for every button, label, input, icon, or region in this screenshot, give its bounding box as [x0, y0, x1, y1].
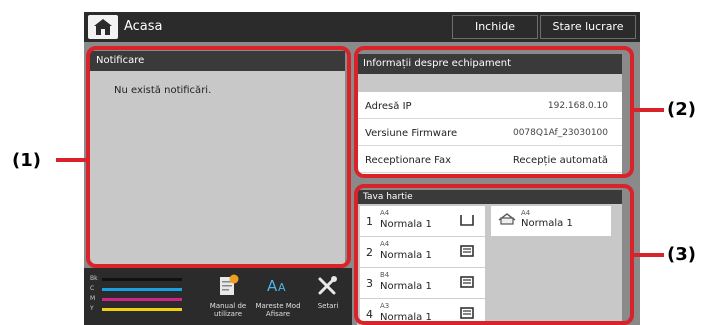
enlarge-display-button[interactable]: A A Mareste Mod Afisare	[250, 272, 306, 318]
callout-frame-3	[354, 184, 634, 325]
manual-button[interactable]: Manual de utilizare	[200, 272, 256, 318]
stage: Acasa Inchide Stare lucrare Notificare N…	[0, 0, 707, 325]
callout-label-2: (2)	[667, 99, 696, 120]
font-size-icon: A A	[267, 277, 286, 295]
callout-frame-1	[86, 46, 351, 268]
callout-line-2	[634, 108, 664, 112]
job-status-button[interactable]: Stare lucrare	[540, 15, 636, 39]
settings-button[interactable]: Setari	[300, 272, 356, 310]
toner-fill-c	[102, 288, 182, 291]
callout-label-1: (1)	[12, 150, 41, 171]
toner-fill-bk	[102, 278, 182, 281]
toner-row-m: M	[90, 294, 188, 304]
close-button[interactable]: Inchide	[452, 15, 538, 39]
toner-fill-y	[102, 308, 182, 311]
home-icon	[94, 19, 112, 35]
toner-row-bk: Bk	[90, 274, 188, 284]
page-title: Acasa	[124, 19, 163, 34]
svg-text:A: A	[278, 281, 286, 294]
callout-frame-2	[354, 46, 634, 178]
toner-row-c: C	[90, 284, 188, 294]
bottom-bar: Bk C M Y Manual de utilizare A A Mareste…	[84, 268, 352, 325]
wrench-icon	[318, 276, 337, 295]
callout-line-3	[634, 253, 664, 257]
toner-fill-m	[102, 298, 182, 301]
callout-line-1	[56, 158, 86, 162]
top-bar: Acasa Inchide Stare lucrare	[84, 12, 640, 42]
svg-text:A: A	[267, 277, 278, 295]
home-button[interactable]	[88, 15, 118, 39]
callout-label-3: (3)	[667, 244, 696, 265]
toner-row-y: Y	[90, 304, 188, 314]
toner-levels: Bk C M Y	[90, 274, 188, 314]
manual-icon	[220, 274, 239, 295]
